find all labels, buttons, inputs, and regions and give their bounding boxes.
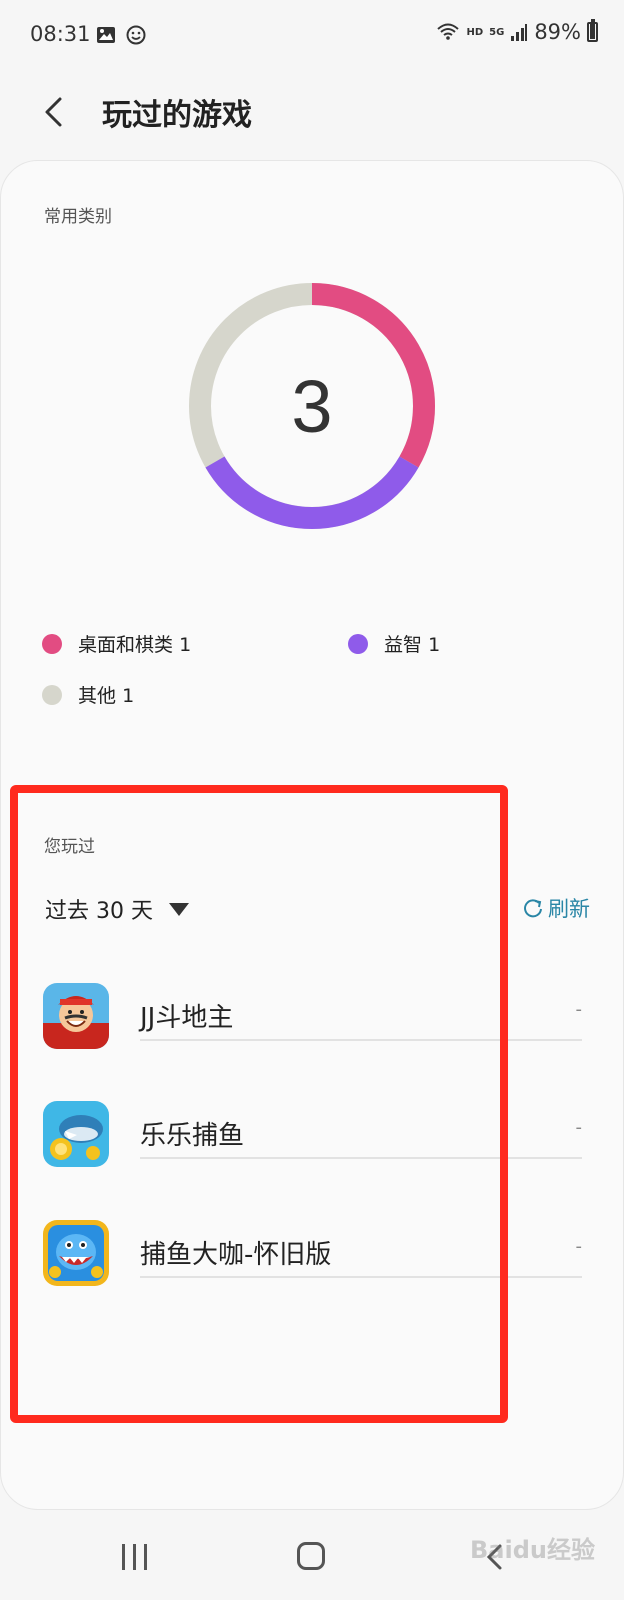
category-donut-chart: 3 — [189, 283, 435, 529]
game-row[interactable]: 乐乐捕鱼 - — [0, 1101, 624, 1201]
game-name: 捕鱼大咖-怀旧版 — [140, 1240, 332, 1270]
gallery-icon — [97, 27, 115, 43]
legend-item-other: 其他 1 — [42, 681, 134, 708]
dropdown-arrow-icon — [168, 902, 189, 916]
divider — [140, 1039, 582, 1041]
refresh-button[interactable]: 刷新 — [522, 893, 590, 923]
app-header: 玩过的游戏 — [0, 80, 624, 144]
donut-total: 3 — [291, 365, 332, 448]
jj-doudizhu-icon — [43, 983, 109, 1049]
back-arrow-icon — [45, 97, 62, 127]
status-bar: 08:31 HD 5G 89% — [0, 0, 624, 70]
period-filter-label: 过去 30 天 — [45, 899, 153, 924]
battery-percent: 89% — [534, 20, 581, 44]
wifi-icon — [437, 23, 460, 40]
divider — [140, 1157, 582, 1159]
game-row[interactable]: 捕鱼大咖-怀旧版 - — [0, 1220, 624, 1320]
recent-apps-button[interactable] — [122, 1544, 147, 1570]
period-dropdown[interactable]: 过去 30 天 — [45, 893, 189, 925]
baidu-watermark: Baidu经验 — [470, 1536, 595, 1564]
lele-fishing-icon — [43, 1101, 109, 1167]
hd-indicator: HD — [466, 26, 484, 38]
donut-segment-puzzle — [205, 456, 419, 529]
legend-dot — [42, 633, 62, 654]
categories-label: 常用类别 — [44, 207, 112, 227]
refresh-label: 刷新 — [548, 897, 590, 921]
signal-icon — [511, 24, 528, 41]
legend-dot — [348, 633, 368, 654]
5g-indicator: 5G — [489, 26, 505, 38]
fishing-master-icon — [43, 1220, 109, 1286]
page-title: 玩过的游戏 — [102, 98, 252, 133]
game-name: 乐乐捕鱼 — [140, 1121, 245, 1151]
divider — [140, 1276, 582, 1278]
legend-item-puzzle: 益智 1 — [348, 630, 440, 657]
legend-dot — [42, 684, 62, 705]
legend-item-board: 桌面和棋类 1 — [42, 630, 191, 657]
status-time: 08:31 — [30, 22, 91, 46]
game-value: - — [575, 1117, 583, 1138]
game-value: - — [575, 1236, 583, 1257]
refresh-icon — [524, 899, 542, 918]
home-button[interactable] — [297, 1542, 325, 1570]
game-name: JJ斗地主 — [140, 1003, 234, 1033]
emoji-icon — [126, 25, 146, 45]
battery-icon — [587, 19, 598, 42]
played-label: 您玩过 — [44, 837, 95, 857]
game-row[interactable]: JJ斗地主 - — [0, 983, 624, 1083]
game-value: - — [575, 999, 583, 1020]
back-button[interactable] — [30, 88, 78, 136]
